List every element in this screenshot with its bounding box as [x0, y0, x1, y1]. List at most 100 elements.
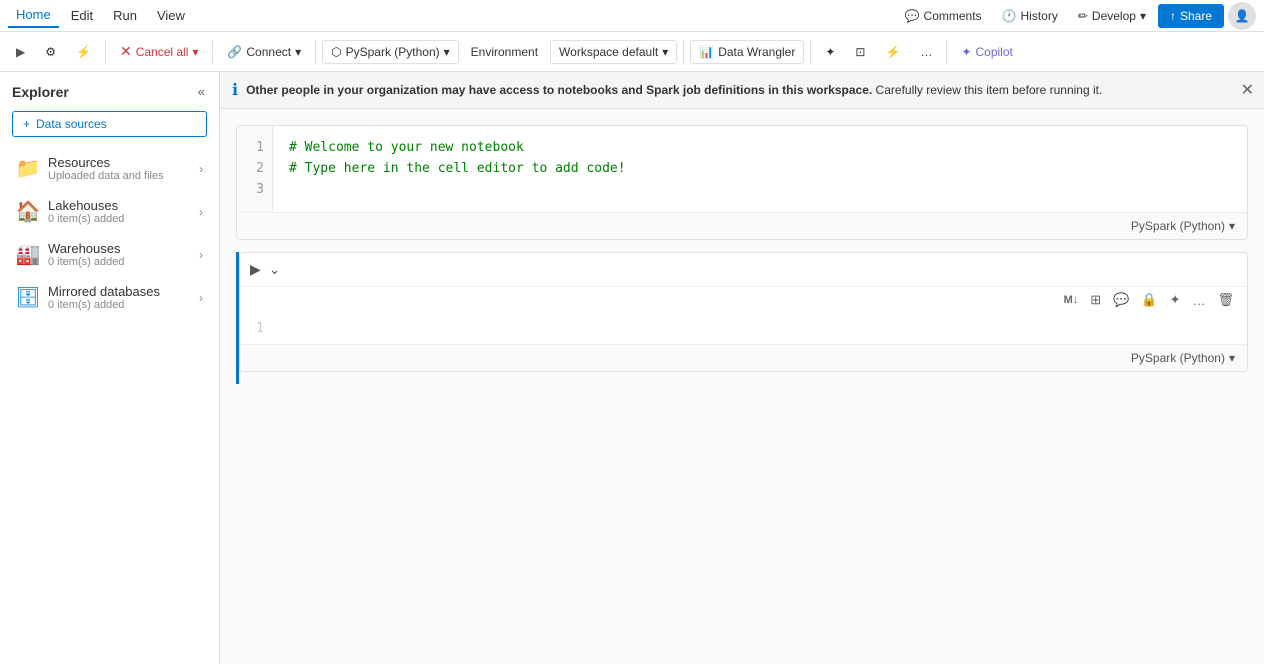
cancel-icon: ✕ [120, 43, 132, 60]
share-icon: ↑ [1170, 9, 1176, 23]
menu-view[interactable]: View [149, 4, 193, 27]
toolbar-sep-6 [946, 40, 947, 64]
comments-button[interactable]: 💬 Comments [897, 5, 990, 27]
cell-2-toggle-button[interactable]: ⊞ [1085, 289, 1106, 311]
sidebar: Explorer « + Data sources 📁 Resources Up… [0, 72, 220, 664]
menu-edit[interactable]: Edit [63, 4, 101, 27]
toolbar: ▶ ⚙ ⚡ ✕ Cancel all ▾ 🔗 Connect ▾ ⬡ PySpa… [0, 32, 1264, 72]
code-cell-1-body: 1 2 3 # Welcome to your new notebook # T… [237, 126, 1247, 212]
cell-2-comment-button[interactable]: 💬 [1108, 289, 1134, 311]
history-button[interactable]: 🕐 History [994, 5, 1066, 27]
resources-label: Resources [48, 155, 199, 170]
menu-run[interactable]: Run [105, 4, 145, 27]
cell-2-content[interactable]: 1 [240, 313, 1247, 344]
cell-2-controls: ▶ ⌄ [240, 253, 1247, 286]
lang-chevron-icon: ▾ [1229, 219, 1235, 233]
cell-1-lang-selector[interactable]: PySpark (Python) ▾ [1127, 217, 1239, 235]
cell-2-expand-button[interactable]: ⌄ [267, 259, 283, 280]
notification-regular-text: Carefully review this item before runnin… [872, 83, 1102, 97]
line-numbers-1: 1 2 3 [237, 126, 273, 212]
mirrored-icon: 🗄 [16, 286, 40, 310]
plus-icon: + [23, 117, 30, 131]
cell-2-sparkle-button[interactable]: ✦ [1165, 289, 1186, 311]
cell-2-lang-chevron-icon: ▾ [1229, 351, 1235, 365]
workspace-selector[interactable]: Workspace default ▾ [550, 40, 677, 64]
code-content-1[interactable]: # Welcome to your new notebook # Type he… [273, 126, 1247, 212]
toolbar-sep-3 [315, 40, 316, 64]
cell-2-lock-button[interactable]: 🔒 [1136, 289, 1162, 311]
pyspark-chevron-icon: ▾ [444, 45, 450, 59]
folder-icon: 📁 [16, 157, 40, 181]
sidebar-collapse-button[interactable]: « [196, 82, 207, 101]
sidebar-header: Explorer « [0, 72, 219, 111]
cell-2-wrapper: ▶ ⌄ M↓ ⊞ 💬 🔒 ✦ … 🗑 1 [236, 252, 1248, 384]
menu-bar: Home Edit Run View 💬 Comments 🕐 History … [0, 0, 1264, 32]
data-wrangler-icon: 📊 [699, 45, 714, 59]
settings-button[interactable]: ⚙ [37, 41, 64, 63]
connect-button[interactable]: 🔗 Connect ▾ [219, 41, 309, 63]
content-area: 1 2 3 # Welcome to your new notebook # T… [220, 109, 1264, 664]
environment-button[interactable]: Environment [463, 41, 546, 63]
cell-2-md-button[interactable]: M↓ [1059, 291, 1084, 309]
sidebar-item-lakehouses[interactable]: 🏠 Lakehouses 0 item(s) added › [4, 190, 215, 233]
lakehouse-icon: 🏠 [16, 200, 40, 224]
warehouses-chevron-icon: › [199, 248, 203, 262]
warehouses-label: Warehouses [48, 241, 199, 256]
info-icon: ℹ [232, 80, 238, 100]
lightning-icon: ⚡ [885, 45, 900, 59]
warehouse-icon: 🏭 [16, 243, 40, 267]
resources-chevron-icon: › [199, 162, 203, 176]
share-button[interactable]: ↑ Share [1158, 4, 1224, 28]
cancel-chevron-icon: ▾ [192, 45, 198, 59]
split-button[interactable]: ⊡ [847, 41, 873, 63]
main-layout: Explorer « + Data sources 📁 Resources Up… [0, 72, 1264, 664]
mirrored-label: Mirrored databases [48, 284, 199, 299]
bolt-icon: ⚡ [76, 45, 91, 59]
more-icon: … [920, 45, 932, 59]
lightning-button[interactable]: ⚡ [877, 41, 908, 63]
comment-icon: 💬 [905, 9, 920, 23]
bolt-icon-button[interactable]: ⚡ [68, 41, 99, 63]
copilot-button[interactable]: ✦ Copilot [953, 41, 1020, 63]
wand-button[interactable]: ✦ [817, 41, 843, 63]
more-toolbar-button[interactable]: … [912, 41, 940, 63]
notification-close-button[interactable]: ✕ [1241, 80, 1254, 100]
sidebar-item-resources[interactable]: 📁 Resources Uploaded data and files › [4, 147, 215, 190]
cell-2-more-button[interactable]: … [1187, 290, 1210, 311]
warehouses-subtitle: 0 item(s) added [48, 256, 199, 268]
copilot-icon: ✦ [961, 45, 971, 59]
cancel-all-button[interactable]: ✕ Cancel all ▾ [112, 39, 206, 64]
cell-2-footer: PySpark (Python) ▾ [240, 344, 1247, 371]
cell-2-run-button[interactable]: ▶ [248, 259, 263, 280]
run-icon: ▶ [16, 45, 25, 59]
lakehouses-subtitle: 0 item(s) added [48, 213, 199, 225]
lakehouses-chevron-icon: › [199, 205, 203, 219]
menu-home[interactable]: Home [8, 3, 59, 28]
add-data-sources-button[interactable]: + Data sources [12, 111, 207, 137]
resources-subtitle: Uploaded data and files [48, 170, 199, 182]
toolbar-sep-2 [212, 40, 213, 64]
collapse-icon: « [198, 84, 205, 99]
code-line-2: # Type here in the cell editor to add co… [289, 159, 1231, 180]
sidebar-item-warehouses[interactable]: 🏭 Warehouses 0 item(s) added › [4, 233, 215, 276]
sidebar-item-mirrored[interactable]: 🗄 Mirrored databases 0 item(s) added › [4, 276, 215, 319]
mirrored-chevron-icon: › [199, 291, 203, 305]
notification-bold-text: Other people in your organization may ha… [246, 83, 872, 97]
toolbar-sep-5 [810, 40, 811, 64]
develop-button[interactable]: ✏ Develop ▾ [1070, 5, 1154, 27]
pyspark-icon: ⬡ [331, 45, 341, 59]
wand-icon: ✦ [825, 45, 835, 59]
data-wrangler-button[interactable]: 📊 Data Wrangler [690, 40, 804, 64]
top-right-icons: 💬 Comments 🕐 History ✏ Develop ▾ ↑ Share… [897, 2, 1256, 30]
cell-2-lang-selector[interactable]: PySpark (Python) ▾ [1127, 349, 1239, 367]
notification-text: Other people in your organization may ha… [246, 83, 1102, 97]
connect-icon: 🔗 [227, 45, 242, 59]
code-line-1: # Welcome to your new notebook [289, 138, 1231, 159]
run-button[interactable]: ▶ [8, 41, 33, 63]
cell-2-delete-button[interactable]: 🗑 [1212, 289, 1239, 311]
toolbar-sep-4 [683, 40, 684, 64]
pyspark-selector[interactable]: ⬡ PySpark (Python) ▾ [322, 40, 459, 64]
history-icon: 🕐 [1002, 9, 1017, 23]
code-line-3 [289, 180, 1231, 201]
user-avatar-button[interactable]: 👤 [1228, 2, 1256, 30]
